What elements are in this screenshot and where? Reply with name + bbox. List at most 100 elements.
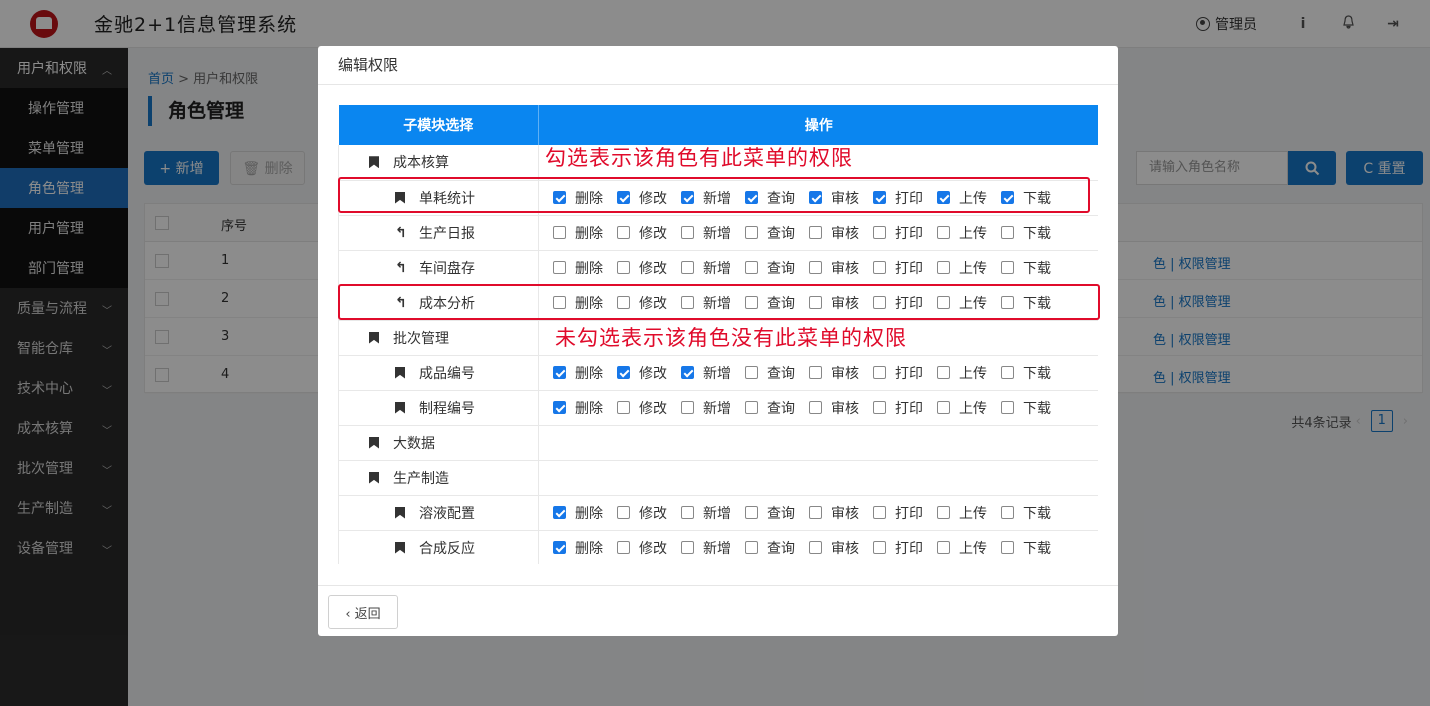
permission-option[interactable]: 打印	[873, 223, 923, 243]
permission-option[interactable]: 审核	[809, 223, 859, 243]
checkbox-unchecked[interactable]	[617, 226, 630, 239]
checkbox-unchecked[interactable]	[745, 366, 758, 379]
checkbox-unchecked[interactable]	[617, 401, 630, 414]
permission-option[interactable]: 新增	[681, 258, 731, 278]
checkbox-checked[interactable]	[553, 401, 566, 414]
permission-option[interactable]: 审核	[809, 538, 859, 558]
checkbox-unchecked[interactable]	[873, 226, 886, 239]
checkbox-unchecked[interactable]	[873, 261, 886, 274]
checkbox-unchecked[interactable]	[809, 226, 822, 239]
permission-option[interactable]: 下载	[1001, 538, 1051, 558]
permission-label: 新增	[703, 540, 731, 557]
checkbox-unchecked[interactable]	[937, 401, 950, 414]
checkbox-unchecked[interactable]	[681, 506, 694, 519]
permission-option[interactable]: 上传	[937, 223, 987, 243]
permission-option[interactable]: 查询	[745, 503, 795, 523]
permission-option[interactable]: 上传	[937, 363, 987, 383]
permission-option[interactable]: 删除	[553, 363, 603, 383]
permission-option[interactable]: 打印	[873, 398, 923, 418]
checkbox-unchecked[interactable]	[937, 541, 950, 554]
permission-option[interactable]: 修改	[617, 363, 667, 383]
permission-option[interactable]: 上传	[937, 258, 987, 278]
permission-option[interactable]: 查询	[745, 223, 795, 243]
permission-option[interactable]: 修改	[617, 223, 667, 243]
checkbox-unchecked[interactable]	[617, 541, 630, 554]
permission-option[interactable]: 修改	[617, 538, 667, 558]
permission-option[interactable]: 下载	[1001, 363, 1051, 383]
checkbox-checked[interactable]	[681, 366, 694, 379]
permission-option[interactable]: 审核	[809, 503, 859, 523]
permission-option[interactable]: 审核	[809, 398, 859, 418]
permission-row: 制程编号 删除 修改 新增 查询 审核 打印 上传 下载	[338, 390, 1098, 426]
checkbox-unchecked[interactable]	[745, 506, 758, 519]
permission-option[interactable]: 删除	[553, 503, 603, 523]
checkbox-unchecked[interactable]	[617, 261, 630, 274]
permission-option[interactable]: 新增	[681, 398, 731, 418]
checkbox-unchecked[interactable]	[745, 541, 758, 554]
checkbox-unchecked[interactable]	[873, 541, 886, 554]
checkbox-unchecked[interactable]	[937, 506, 950, 519]
checkbox-unchecked[interactable]	[681, 401, 694, 414]
checkbox-unchecked[interactable]	[681, 541, 694, 554]
permission-option[interactable]: 查询	[745, 258, 795, 278]
checkbox-unchecked[interactable]	[937, 226, 950, 239]
permission-option[interactable]: 查询	[745, 363, 795, 383]
permission-option[interactable]: 新增	[681, 223, 731, 243]
back-button[interactable]: ‹ 返回	[328, 595, 398, 629]
checkbox-unchecked[interactable]	[681, 226, 694, 239]
permission-option[interactable]: 删除	[553, 398, 603, 418]
checkbox-unchecked[interactable]	[937, 366, 950, 379]
checkbox-unchecked[interactable]	[681, 261, 694, 274]
permission-option[interactable]: 上传	[937, 503, 987, 523]
checkbox-checked[interactable]	[553, 366, 566, 379]
checkbox-unchecked[interactable]	[873, 401, 886, 414]
permission-option[interactable]: 审核	[809, 258, 859, 278]
permission-option[interactable]: 下载	[1001, 398, 1051, 418]
checkbox-unchecked[interactable]	[553, 261, 566, 274]
permission-option[interactable]: 删除	[553, 258, 603, 278]
permission-option[interactable]: 新增	[681, 503, 731, 523]
permission-option[interactable]: 修改	[617, 398, 667, 418]
checkbox-unchecked[interactable]	[873, 506, 886, 519]
permission-option[interactable]: 查询	[745, 398, 795, 418]
checkbox-unchecked[interactable]	[1001, 226, 1014, 239]
checkbox-unchecked[interactable]	[745, 401, 758, 414]
permission-option[interactable]: 审核	[809, 363, 859, 383]
permission-option[interactable]: 查询	[745, 538, 795, 558]
permission-option[interactable]: 下载	[1001, 258, 1051, 278]
checkbox-unchecked[interactable]	[1001, 366, 1014, 379]
checkbox-unchecked[interactable]	[809, 401, 822, 414]
permission-option[interactable]: 上传	[937, 538, 987, 558]
permission-option[interactable]: 上传	[937, 398, 987, 418]
checkbox-unchecked[interactable]	[1001, 401, 1014, 414]
permission-option[interactable]: 删除	[553, 538, 603, 558]
checkbox-unchecked[interactable]	[937, 261, 950, 274]
checkbox-unchecked[interactable]	[745, 261, 758, 274]
permission-option[interactable]: 下载	[1001, 223, 1051, 243]
permission-option[interactable]: 打印	[873, 503, 923, 523]
checkbox-unchecked[interactable]	[1001, 261, 1014, 274]
checkbox-unchecked[interactable]	[553, 226, 566, 239]
checkbox-unchecked[interactable]	[745, 226, 758, 239]
permission-option[interactable]: 新增	[681, 363, 731, 383]
checkbox-unchecked[interactable]	[1001, 541, 1014, 554]
permission-option[interactable]: 打印	[873, 258, 923, 278]
checkbox-unchecked[interactable]	[809, 541, 822, 554]
permission-option[interactable]: 打印	[873, 363, 923, 383]
permission-option[interactable]: 新增	[681, 538, 731, 558]
permission-option[interactable]: 修改	[617, 258, 667, 278]
permission-option[interactable]: 下载	[1001, 503, 1051, 523]
permission-option[interactable]: 删除	[553, 223, 603, 243]
checkbox-unchecked[interactable]	[617, 506, 630, 519]
checkbox-unchecked[interactable]	[1001, 506, 1014, 519]
permission-label: 修改	[639, 225, 667, 242]
checkbox-unchecked[interactable]	[809, 366, 822, 379]
checkbox-checked[interactable]	[553, 506, 566, 519]
checkbox-checked[interactable]	[553, 541, 566, 554]
permission-option[interactable]: 打印	[873, 538, 923, 558]
checkbox-unchecked[interactable]	[873, 366, 886, 379]
checkbox-checked[interactable]	[617, 366, 630, 379]
permission-option[interactable]: 修改	[617, 503, 667, 523]
checkbox-unchecked[interactable]	[809, 261, 822, 274]
checkbox-unchecked[interactable]	[809, 506, 822, 519]
